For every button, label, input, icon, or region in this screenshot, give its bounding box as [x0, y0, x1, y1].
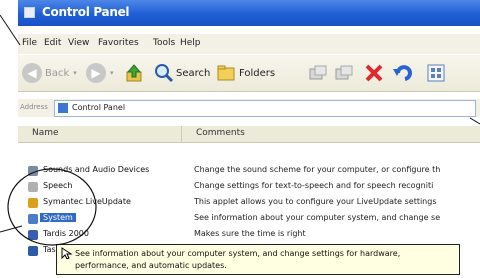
- forward-button[interactable]: ▶ ▾: [86, 60, 114, 86]
- callout-line: [0, 14, 21, 46]
- copy-to-button[interactable]: [334, 60, 354, 86]
- forward-icon: ▶: [86, 63, 106, 83]
- column-name[interactable]: Name: [32, 128, 59, 138]
- menu-file[interactable]: File: [22, 38, 37, 48]
- address-value: Control Panel: [72, 103, 126, 112]
- item-name: Symantec LiveUpdate: [43, 197, 131, 206]
- tooltip: See information about your computer syst…: [56, 244, 460, 275]
- views-icon: [427, 64, 445, 82]
- up-button[interactable]: [124, 60, 144, 86]
- speech-icon: [28, 182, 38, 192]
- tooltip-text: See information about your computer syst…: [75, 249, 401, 270]
- views-button[interactable]: [426, 60, 446, 86]
- folders-button[interactable]: Folders: [216, 60, 275, 86]
- system-icon: [28, 214, 38, 224]
- list-item[interactable]: Tardis 2000 Makes sure the time is right: [18, 228, 480, 242]
- item-name: System: [40, 213, 76, 222]
- address-bar: Address Control Panel: [18, 99, 480, 117]
- undo-button[interactable]: [392, 60, 414, 86]
- item-comment: This applet allows you to configure your…: [194, 197, 437, 206]
- window-title: Control Panel: [42, 5, 130, 19]
- folders-label: Folders: [239, 67, 276, 79]
- search-label: Search: [176, 67, 211, 79]
- item-comment: Change settings for text-to-speech and f…: [194, 181, 434, 190]
- callout-line: [469, 117, 480, 125]
- list-item[interactable]: Speech Change settings for text-to-speec…: [18, 180, 480, 194]
- search-button[interactable]: Search: [154, 60, 210, 86]
- menu-help[interactable]: Help: [180, 38, 201, 48]
- address-field[interactable]: Control Panel: [54, 100, 476, 117]
- menu-tools[interactable]: Tools: [153, 38, 175, 48]
- item-comment: Change the sound scheme for your compute…: [194, 165, 441, 174]
- copy-to-icon: [335, 65, 353, 80]
- liveupdate-icon: [28, 198, 38, 208]
- back-icon: ◀: [22, 63, 42, 83]
- move-to-button[interactable]: [308, 60, 328, 86]
- back-label: Back: [45, 67, 70, 79]
- item-name: Sounds and Audio Devices: [43, 165, 150, 174]
- list-item[interactable]: Sounds and Audio Devices Change the soun…: [18, 164, 480, 178]
- delete-button[interactable]: [364, 60, 384, 86]
- up-folder-icon: [126, 64, 142, 82]
- menu-edit[interactable]: Edit: [44, 38, 61, 48]
- undo-icon: [393, 65, 412, 81]
- item-comment: Makes sure the time is right: [194, 229, 306, 238]
- control-panel-icon: [24, 7, 35, 18]
- arrow-cursor-icon: [61, 247, 73, 259]
- menu-favorites[interactable]: Favorites: [98, 38, 139, 48]
- control-panel-icon: [58, 103, 68, 113]
- title-bar[interactable]: Control Panel: [18, 0, 480, 26]
- column-header: Name Comments: [18, 126, 480, 143]
- move-to-icon: [309, 65, 327, 80]
- search-icon: [155, 64, 174, 83]
- back-button[interactable]: ◀ Back ▾: [22, 60, 77, 86]
- taskbar-icon: [28, 246, 38, 256]
- item-name: Speech: [43, 181, 73, 190]
- list-item-selected[interactable]: System See information about your comput…: [18, 212, 480, 226]
- clock-icon: [28, 230, 38, 240]
- control-panel-window: Control Panel File Edit View Favorites T…: [0, 0, 480, 278]
- toolbar: ◀ Back ▾ ▶ ▾ Search Folders: [18, 55, 480, 92]
- column-divider[interactable]: [181, 126, 182, 142]
- item-name: Tardis 2000: [43, 229, 89, 238]
- menu-view[interactable]: View: [68, 38, 89, 48]
- folders-icon: [217, 65, 235, 81]
- menu-bar: File Edit View Favorites Tools Help: [18, 34, 480, 54]
- delete-icon: [365, 64, 383, 82]
- column-comments[interactable]: Comments: [196, 128, 245, 138]
- item-comment: See information about your computer syst…: [194, 213, 441, 222]
- address-label: Address: [20, 103, 48, 111]
- sound-icon: [28, 166, 38, 176]
- list-item[interactable]: Symantec LiveUpdate This applet allows y…: [18, 196, 480, 210]
